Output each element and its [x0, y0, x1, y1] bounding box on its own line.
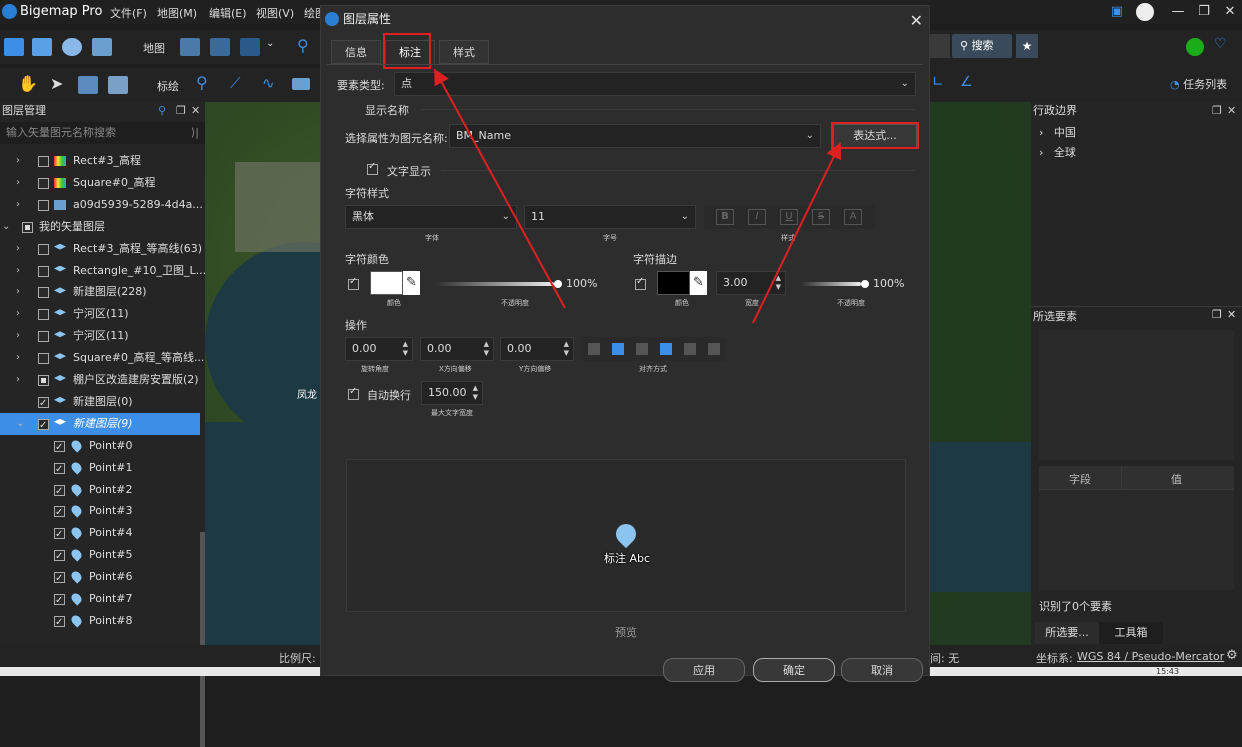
annotation-arrows [434, 68, 841, 324]
arrow-to-expression-button [752, 142, 841, 324]
arrow-to-label-tab [434, 68, 566, 309]
